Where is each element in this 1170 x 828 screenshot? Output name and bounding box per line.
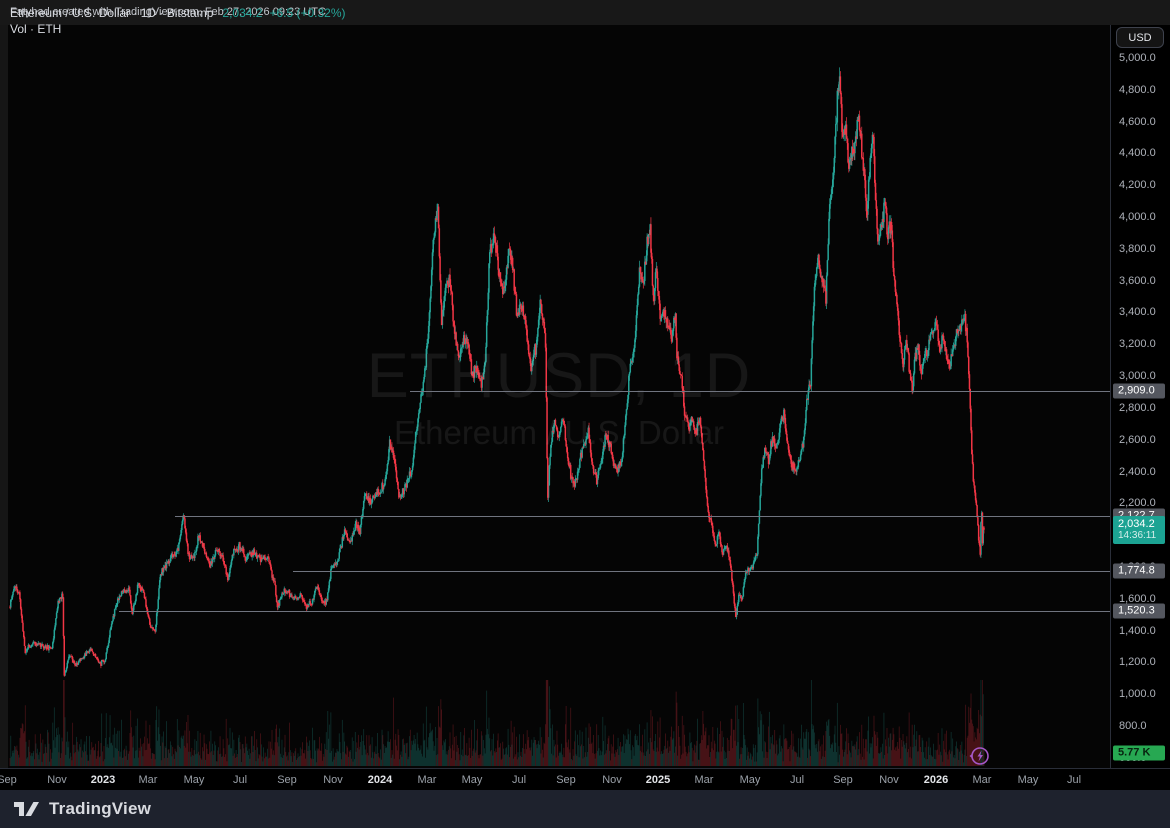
price-tick-label: 1,600.0 bbox=[1119, 593, 1156, 605]
price-tick-label: 1,400.0 bbox=[1119, 625, 1156, 637]
candlestick-series[interactable] bbox=[8, 25, 1110, 768]
time-label-month: Nov bbox=[602, 774, 622, 786]
price-line-badge: 1,520.3 bbox=[1113, 604, 1165, 619]
price-tick-label: 1,000.0 bbox=[1119, 688, 1156, 700]
time-label-month: May bbox=[462, 774, 483, 786]
currency-usd-label: USD bbox=[1128, 32, 1151, 44]
time-label-month: Sep bbox=[277, 774, 297, 786]
time-label-month: Sep bbox=[833, 774, 853, 786]
time-label-month: Jul bbox=[233, 774, 247, 786]
time-label-month: May bbox=[740, 774, 761, 786]
time-label-month: Sep bbox=[556, 774, 576, 786]
price-tick-label: 3,600.0 bbox=[1119, 275, 1156, 287]
price-tick-label: 2,600.0 bbox=[1119, 434, 1156, 446]
horizontal-price-line[interactable] bbox=[175, 516, 1110, 517]
time-label-month: Jul bbox=[790, 774, 804, 786]
price-tick-label: 4,400.0 bbox=[1119, 147, 1156, 159]
left-gutter bbox=[0, 25, 8, 768]
tradingview-wordmark[interactable]: TradingView bbox=[49, 799, 151, 819]
legend-symbol-text: Ethereum / U.S. Dollar · 1D · Bitstamp bbox=[10, 6, 213, 20]
time-label-year: 2025 bbox=[646, 774, 670, 786]
current-price-value: 2,034.2 bbox=[1118, 518, 1160, 530]
time-label-month: May bbox=[1018, 774, 1039, 786]
price-tick-label: 4,800.0 bbox=[1119, 84, 1156, 96]
candle-wicks-down bbox=[10, 71, 984, 677]
horizontal-price-line[interactable] bbox=[293, 571, 1110, 572]
chart-pane[interactable]: ETHUSD, 1D Ethereum / U.S. Dollar bbox=[8, 25, 1110, 768]
price-line-badge: 1,774.8 bbox=[1113, 563, 1165, 578]
time-label-month: Mar bbox=[418, 774, 437, 786]
tradingview-logo-icon[interactable] bbox=[14, 799, 40, 819]
price-tick-label: 3,000.0 bbox=[1119, 370, 1156, 382]
price-tick-label: 4,000.0 bbox=[1119, 211, 1156, 223]
price-line-badge: 2,909.0 bbox=[1113, 383, 1165, 398]
legend-symbol-row[interactable]: Ethereum / U.S. Dollar · 1D · Bitstamp 2,… bbox=[10, 5, 346, 21]
current-price-badge: 2,034.214:36:11 bbox=[1113, 516, 1165, 544]
price-tick-label: 1,200.0 bbox=[1119, 656, 1156, 668]
price-tick-label: 4,200.0 bbox=[1119, 179, 1156, 191]
price-tick-label: 3,200.0 bbox=[1119, 338, 1156, 350]
legend-change: +6.5 (+0.32%) bbox=[269, 6, 345, 20]
volume-badge: 5.77 K bbox=[1113, 746, 1165, 761]
price-tick-label: 2,800.0 bbox=[1119, 402, 1156, 414]
price-tick-label: 5,000.0 bbox=[1119, 52, 1156, 64]
price-tick-label: 800.0 bbox=[1119, 720, 1147, 732]
price-tick-label: 3,800.0 bbox=[1119, 243, 1156, 255]
currency-usd-button[interactable]: USD bbox=[1116, 27, 1164, 48]
legend: Ethereum / U.S. Dollar · 1D · Bitstamp 2,… bbox=[10, 5, 346, 37]
time-label-month: Jul bbox=[512, 774, 526, 786]
time-label-year: 2026 bbox=[924, 774, 948, 786]
time-label-year: 2024 bbox=[368, 774, 392, 786]
legend-last-price: 2,034.2 bbox=[222, 6, 262, 20]
legend-volume-text: Vol · ETH bbox=[10, 22, 61, 36]
time-scale[interactable]: Sep Nov 2023 Mar May Jul Sep Nov 2024 Mar May Jul Se… bbox=[0, 768, 1170, 790]
time-label-month: Nov bbox=[47, 774, 67, 786]
bar-countdown: 14:36:11 bbox=[1118, 530, 1160, 542]
candle-bodies-down bbox=[10, 76, 984, 675]
event-lightning-icon[interactable] bbox=[968, 744, 992, 768]
time-label-year: 2023 bbox=[91, 774, 115, 786]
time-label-month: Mar bbox=[695, 774, 714, 786]
time-label-month: Nov bbox=[323, 774, 343, 786]
price-tick-label: 2,400.0 bbox=[1119, 466, 1156, 478]
time-label-month: May bbox=[184, 774, 205, 786]
time-label-month: Nov bbox=[879, 774, 899, 786]
legend-volume-row[interactable]: Vol · ETH bbox=[10, 21, 346, 37]
horizontal-price-line[interactable] bbox=[410, 391, 1110, 392]
price-scale[interactable]: 5,000.0 4,800.0 4,600.0 4,400.0 4,200.0 4,000… bbox=[1110, 25, 1170, 768]
price-tick-label: 3,400.0 bbox=[1119, 306, 1156, 318]
horizontal-price-line[interactable] bbox=[119, 611, 1110, 612]
candle-wicks-up bbox=[11, 67, 983, 676]
tradingview-chart-app: Fatyhad created with TradingView.com, Fe… bbox=[0, 0, 1170, 828]
time-label-month: Mar bbox=[973, 774, 992, 786]
time-label-month: Mar bbox=[139, 774, 158, 786]
time-label-month: Sep bbox=[0, 774, 17, 786]
candle-bodies-up bbox=[11, 76, 983, 675]
footer-bar: TradingView bbox=[0, 790, 1170, 828]
price-tick-label: 4,600.0 bbox=[1119, 116, 1156, 128]
time-label-month: Jul bbox=[1067, 774, 1081, 786]
